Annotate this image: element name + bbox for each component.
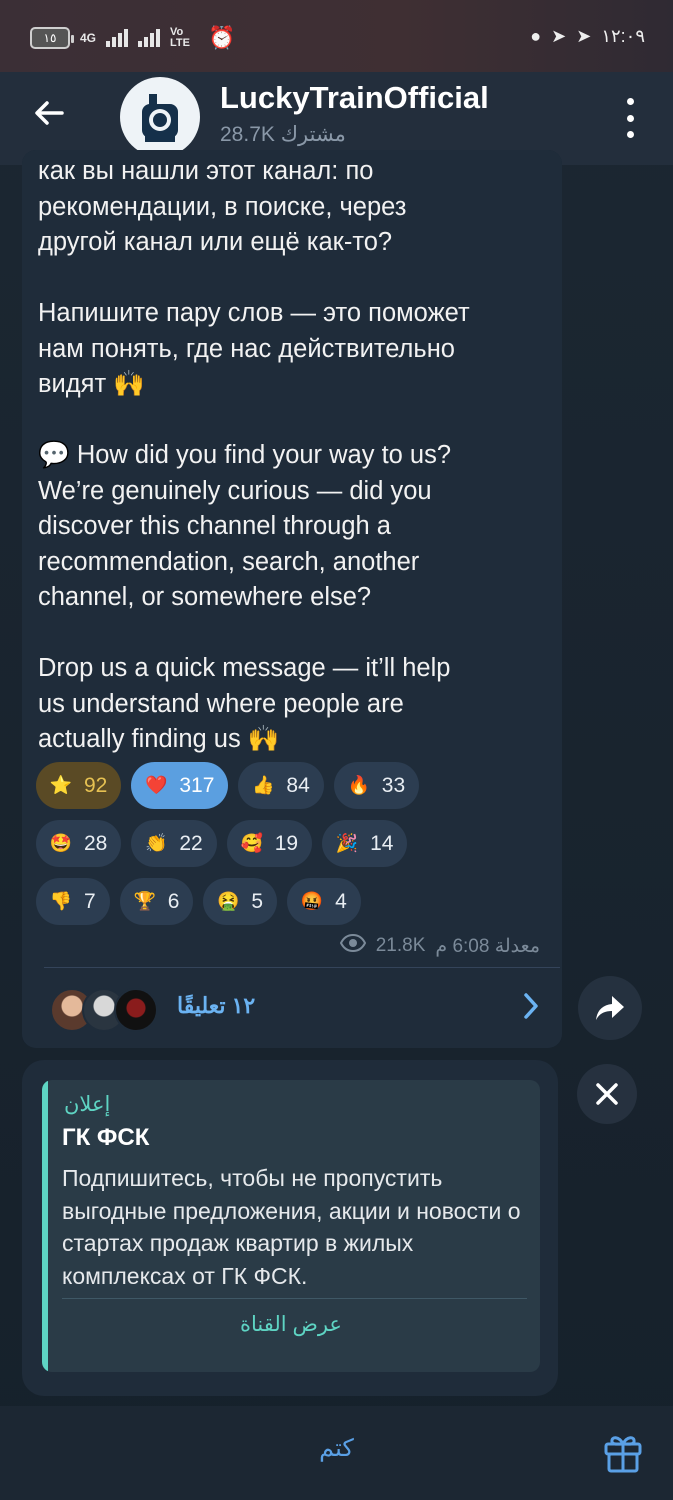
reaction-count: 19 (274, 831, 299, 855)
view-count: 21.8K (375, 935, 426, 956)
more-menu-icon[interactable] (625, 98, 635, 138)
battery-level: ١٥ (43, 31, 57, 45)
reaction-cursing[interactable]: 🤬 4 (287, 878, 361, 925)
cursing-face-icon: 🤬 (300, 891, 324, 911)
signal-icon (138, 29, 161, 47)
heart-icon: ❤️ (145, 775, 168, 795)
reaction-count: 22 (179, 831, 203, 855)
ad-card[interactable]: إعلان ГК ФСК Подпишитесь, чтобы не пропу… (42, 1080, 540, 1372)
share-button[interactable] (578, 976, 642, 1040)
reaction-love[interactable]: 🥰 19 (226, 820, 313, 867)
status-bar: ١٥ 4G Vo LTE ⏰ ● ➤ ➤ ١٢:٠٩ (0, 0, 673, 72)
reaction-count: 84 (286, 773, 310, 797)
thumbs-down-icon: 👎 (49, 891, 73, 911)
volte-label: Vo LTE (170, 26, 190, 49)
reaction-thumbs-down[interactable]: 👎 7 (36, 878, 110, 925)
divider (62, 1298, 527, 1299)
message-time: معدلة 6:08 م (435, 935, 540, 957)
fire-icon: 🔥 (347, 775, 370, 795)
message-text: как вы нашли этот канал: по рекомендации… (38, 157, 470, 753)
reaction-heart[interactable]: ❤️ 317 (131, 762, 229, 809)
party-popper-icon: 🎉 (335, 833, 359, 853)
signal-icon (106, 29, 129, 47)
reaction-count: 28 (84, 831, 108, 855)
clap-icon: 👏 (145, 833, 168, 853)
channel-title[interactable]: LuckyTrainOfficial (220, 80, 489, 116)
ad-title: ГК ФСК (62, 1124, 150, 1151)
reaction-count: 7 (84, 889, 96, 913)
network-type-label: 4G (80, 31, 97, 45)
reaction-trophy[interactable]: 🏆 6 (119, 878, 194, 925)
reactions-bar: ⭐ 92 ❤️ 317 👍 84 🔥 33 🤩 28 👏 22 🥰 19 🎉 14 👎 7 🏆 6 … (36, 762, 556, 936)
telegram-icon: ➤ (576, 26, 592, 46)
battery-icon: ١٥ (30, 27, 74, 49)
mute-button[interactable]: كتم (0, 1434, 673, 1463)
app-icon: ● (530, 26, 542, 46)
chevron-right-icon (522, 992, 540, 1028)
reaction-count: 14 (370, 831, 394, 855)
thumbs-up-icon: 👍 (252, 775, 275, 795)
reaction-star-struck[interactable]: 🤩 28 (36, 820, 122, 867)
view-channel-button[interactable]: عرض القناة (42, 1312, 540, 1337)
share-icon (596, 996, 624, 1020)
reaction-count: 33 (381, 773, 406, 797)
message-bubble: как вы нашли этот канал: по рекомендации… (22, 150, 562, 1048)
reaction-star[interactable]: ⭐ 92 (36, 762, 122, 809)
reaction-party[interactable]: 🎉 14 (322, 820, 408, 867)
star-icon: ⭐ (49, 775, 73, 795)
subscriber-count: 28.7K مشترك (220, 123, 346, 146)
alarm-icon: ⏰ (208, 25, 236, 50)
smiling-hearts-icon: 🥰 (240, 833, 263, 853)
comments-label: ١٢ تعليقًا (177, 993, 256, 1018)
clock: ١٢:٠٩ (601, 26, 645, 46)
reaction-fire[interactable]: 🔥 33 (333, 762, 420, 809)
close-ad-button[interactable] (577, 1064, 637, 1124)
telegram-icon: ➤ (551, 26, 567, 46)
reaction-count: 92 (84, 773, 108, 797)
reaction-vomit[interactable]: 🤮 5 (203, 878, 278, 925)
star-struck-icon: 🤩 (49, 833, 73, 853)
reaction-clap[interactable]: 👏 22 (131, 820, 217, 867)
ad-body: Подпишитесь, чтобы не пропустить выгодны… (62, 1165, 521, 1289)
eye-icon (339, 933, 366, 958)
avatar (114, 988, 158, 1032)
channel-avatar[interactable] (120, 77, 200, 157)
reaction-count: 317 (179, 773, 215, 797)
back-arrow-icon[interactable] (32, 96, 72, 136)
reaction-count: 5 (251, 889, 264, 913)
close-icon (596, 1083, 618, 1105)
reaction-thumbs-up[interactable]: 👍 84 (238, 762, 324, 809)
gift-icon[interactable] (603, 1430, 643, 1474)
comments-row[interactable]: ١٢ تعليقًا (22, 968, 562, 1048)
reaction-count: 6 (167, 889, 180, 913)
bottom-bar: كتم (0, 1406, 673, 1500)
trophy-icon: 🏆 (133, 891, 156, 911)
vomit-icon: 🤮 (217, 891, 240, 911)
sponsored-message: إعلان ГК ФСК Подпишитесь, чтобы не пропу… (22, 1060, 558, 1396)
message-meta: 21.8K معدلة 6:08 م (339, 933, 540, 958)
reaction-count: 4 (335, 889, 347, 913)
ad-label: إعلان (64, 1093, 111, 1116)
